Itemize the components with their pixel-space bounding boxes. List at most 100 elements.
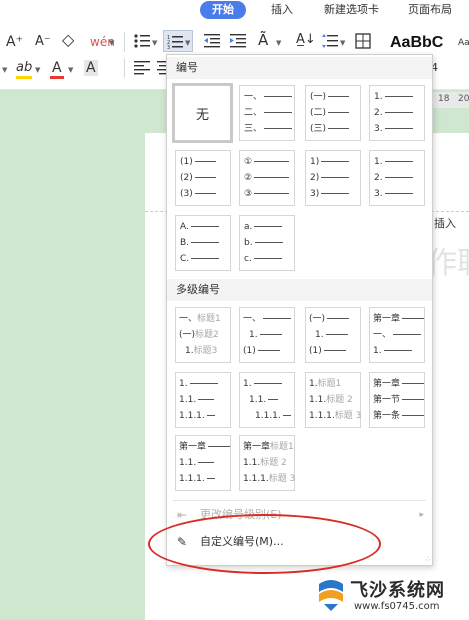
multilevel-numbering-option[interactable]: 第一章标题1 1.1.标题 2 1.1.1.标题 3 [239,435,295,491]
chevron-down-icon[interactable]: ▼ [152,39,157,47]
placeholder-line [253,383,282,384]
tab-new-tab[interactable]: 新建选项卡 [324,1,379,19]
text-direction-icon[interactable]: A͂ [258,32,268,48]
sort-icon[interactable]: A̲↓ [296,32,316,48]
placeholder-line [402,399,425,400]
numbering-option[interactable]: A. B. C. [175,215,231,271]
numbering-prefix: ① [244,157,253,167]
numbering-preview-row: 第一章 [373,313,425,325]
multilevel-numbering-option[interactable]: 一、标题1 (一)标题2 1.标题3 [175,307,231,363]
decrease-indent-icon[interactable] [204,33,220,49]
numbering-option[interactable]: 1. 2. 3. [369,85,425,141]
placeholder-line [198,462,215,463]
placeholder-line [194,193,216,194]
placeholder-line [198,399,215,400]
multilevel-numbering-option[interactable]: 1. 1.1. 1.1.1. [239,372,295,428]
chevron-down-icon[interactable]: ▼ [109,39,114,47]
numbering-preview-row: (一) [309,313,350,325]
numbering-preview-row: 1. [249,329,282,341]
tab-home[interactable]: 开始 [200,1,246,19]
placeholder-line [264,128,293,129]
chevron-down-icon[interactable]: ▼ [340,39,345,47]
numbering-prefix: (三) [310,124,327,134]
placeholder-line [328,96,350,97]
numbering-option[interactable]: 1) 2) 3) [305,150,361,206]
font-color-button[interactable]: A [52,60,62,76]
tab-page-layout[interactable]: 页面布局 [408,1,452,19]
placeholder-line [327,318,350,319]
multilevel-numbering-option[interactable]: 第一章 第一节 第一条 [369,372,425,428]
placeholder-line [384,112,413,113]
numbering-preview-row: 3. [374,188,413,200]
placeholder-line [282,415,291,416]
wps-writer-window: 开始 插入 新建选项卡 页面布局 A⁺ A⁻ ◇ wén ▼ ▼ 1 2 3 ▼ [0,0,469,620]
multilevel-numbering-option[interactable]: 第一章 1.1. 1.1.1. [175,435,231,491]
numbering-option[interactable]: (1) (2) (3) [175,150,231,206]
chevron-down-icon[interactable]: ▼ [35,66,40,74]
resize-grip-icon[interactable]: ∴ [426,555,431,563]
numbering-option[interactable]: 一、 二、 三、 [239,85,295,141]
numbering-prefix: 1. [309,379,318,389]
placeholder-line [194,177,216,178]
placeholder-line [384,161,413,162]
numbering-preview-row: 第一条 [373,410,425,422]
numbering-prefix: (2) [180,173,193,183]
placeholder-line [402,383,425,384]
increase-indent-icon[interactable] [230,33,246,49]
ruler-tick: 18 [438,94,450,104]
toolbar-divider [124,32,125,52]
numbering-preview-row: 1.1.1. [179,473,215,485]
menu-divider [173,500,426,501]
numbering-preview-row: 1.1.1.标题 3 [309,410,361,422]
placeholder-line [206,415,215,416]
numbering-preview-row: 1. [315,329,348,341]
multilevel-numbering-option[interactable]: 一、 1. (1) [239,307,295,363]
chevron-down-icon[interactable]: ▼ [2,66,7,74]
numbering-prefix: 二、 [244,108,263,118]
chevron-down-icon[interactable]: ▼ [276,39,281,47]
multilevel-numbering-option[interactable]: (一) 1. (1) [305,307,361,363]
numbering-preview-row: 一、标题1 [179,313,221,325]
numbering-preview-row: 1.1.1. [179,410,215,422]
borders-icon[interactable] [355,33,371,49]
numbering-prefix: 第一章 [373,314,401,324]
numbering-prefix: 1.1.1. [255,411,281,421]
highlight-button[interactable]: ab [16,60,32,76]
heading-level-label: 标题1 [270,442,294,452]
placeholder-line [254,161,290,162]
numbering-prefix: a. [244,222,253,232]
bullet-list-icon[interactable] [134,33,150,49]
numbering-prefix: 第一条 [373,411,401,421]
multilevel-numbering-option[interactable]: 1. 1.1. 1.1.1. [175,372,231,428]
multilevel-numbering-option[interactable]: 第一章 一、 1. [369,307,425,363]
placeholder-line [254,226,283,227]
numbering-prefix: 1.1. [309,395,327,405]
watermark-url: www.fs0745.com [354,601,440,612]
numbering-prefix: 第一章 [179,442,207,452]
tab-insert[interactable]: 插入 [271,1,293,19]
line-spacing-icon[interactable] [322,33,338,49]
numbering-option[interactable]: 1. 2. 3. [369,150,425,206]
numbering-none-option[interactable]: 无 [172,83,233,143]
heading-level-label: 标题 2 [326,395,353,405]
chevron-down-icon[interactable]: ▼ [68,66,73,74]
numbering-preview-row: 1) [310,156,350,168]
placeholder-line [253,258,282,259]
clear-format-icon[interactable]: ◇ [62,32,74,48]
placeholder-line [393,334,422,335]
numbering-option[interactable]: a. b. c. [239,215,295,271]
numbering-option[interactable]: (一) (二) (三) [305,85,361,141]
numbering-button[interactable]: 1 2 3 ▼ [163,30,193,52]
horizontal-ruler[interactable]: 18 20 [430,92,469,108]
align-left-icon[interactable] [134,60,150,76]
placeholder-line [191,242,220,243]
numbering-preview-row: (1) [180,156,216,168]
font-shrink-icon[interactable]: A⁻ [35,34,51,50]
multilevel-numbering-option[interactable]: 1.标题1 1.1.标题 2 1.1.1.标题 3 [305,372,361,428]
numbering-prefix: 1. [374,157,383,167]
numbering-option[interactable]: ① ② ③ [239,150,295,206]
placeholder-line [259,334,282,335]
submenu-arrow-icon: ▸ [419,510,424,520]
font-grow-icon[interactable]: A⁺ [6,34,23,50]
char-shading-button[interactable]: A [84,60,98,76]
